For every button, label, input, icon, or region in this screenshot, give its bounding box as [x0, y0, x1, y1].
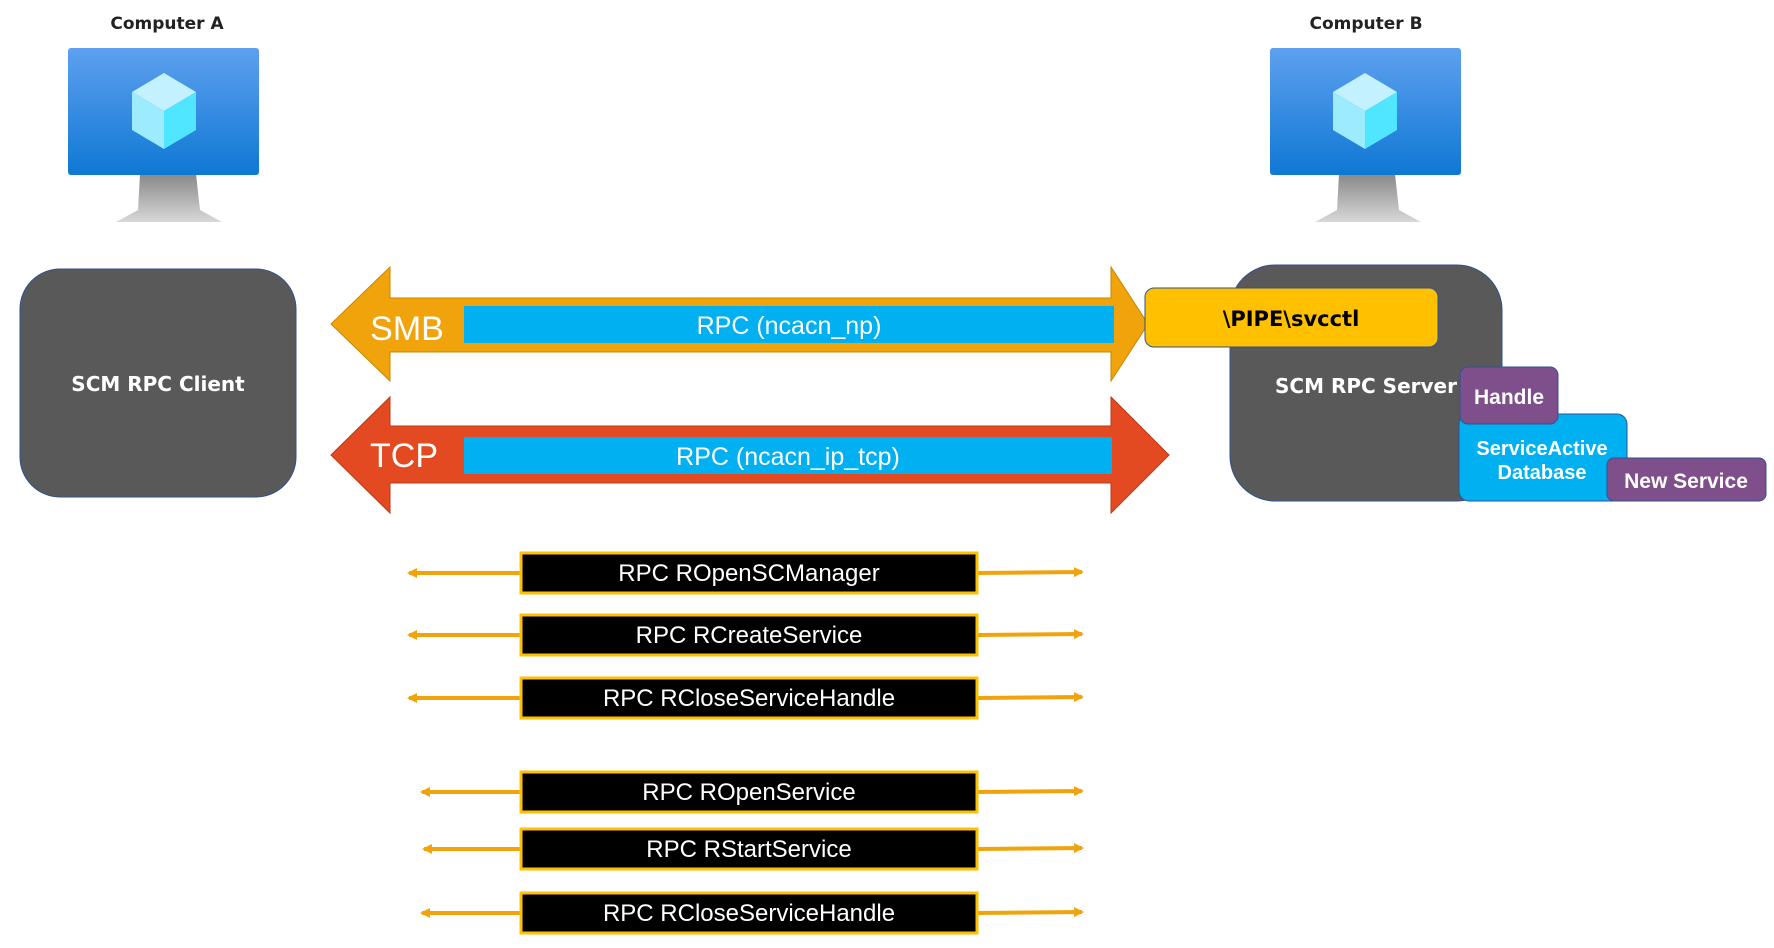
rpc-call-label: RPC RStartService	[646, 836, 851, 863]
pipe-svcctl-label: \PIPE\svcctl	[1223, 307, 1360, 331]
smb-label: SMB	[370, 310, 444, 348]
rpc-call-label: RPC ROpenSCManager	[618, 560, 879, 587]
rpc-call-row: RPC ROpenSCManager	[407, 551, 1084, 595]
rpc-call-row: RPC RCloseServiceHandle	[407, 676, 1084, 720]
right-arrow	[976, 843, 1084, 854]
database-label-line2: Database	[1498, 462, 1587, 484]
right-arrow	[976, 786, 1084, 797]
right-arrow	[976, 629, 1084, 640]
right-arrow	[976, 692, 1084, 703]
tcp-label: TCP	[370, 437, 438, 475]
rpc-call-label: RPC ROpenService	[642, 779, 855, 806]
rpc-call-row: RPC RCreateService	[407, 613, 1084, 657]
rpc-ncacn-np-label: RPC (ncacn_np)	[697, 312, 882, 340]
diagram: Computer A Computer B SCM RPC Client SMB…	[19, 14, 1767, 935]
rpc-call-label: RPC RCreateService	[636, 622, 863, 649]
scm-rpc-client-label: SCM RPC Client	[71, 372, 245, 396]
new-service-label: New Service	[1624, 470, 1748, 493]
rpc-ncacn-ip-tcp-label: RPC (ncacn_ip_tcp)	[676, 443, 900, 471]
handle-label: Handle	[1474, 386, 1544, 409]
computer-a-label: Computer A	[110, 14, 224, 34]
computer-b-label: Computer B	[1309, 14, 1422, 34]
right-arrow	[976, 907, 1084, 918]
rpc-call-row: RPC RCloseServiceHandle	[420, 891, 1084, 935]
rpc-call-row: RPC ROpenService	[420, 770, 1084, 814]
monitor-icon	[1270, 48, 1461, 222]
database-label-line1: ServiceActive	[1476, 438, 1607, 460]
right-arrow	[976, 567, 1084, 578]
rpc-call-row: RPC RStartService	[422, 827, 1084, 871]
rpc-call-label: RPC RCloseServiceHandle	[603, 685, 895, 712]
rpc-call-label: RPC RCloseServiceHandle	[603, 900, 895, 927]
monitor-icon	[68, 48, 259, 222]
scm-rpc-server-label: SCM RPC Server	[1275, 374, 1457, 398]
